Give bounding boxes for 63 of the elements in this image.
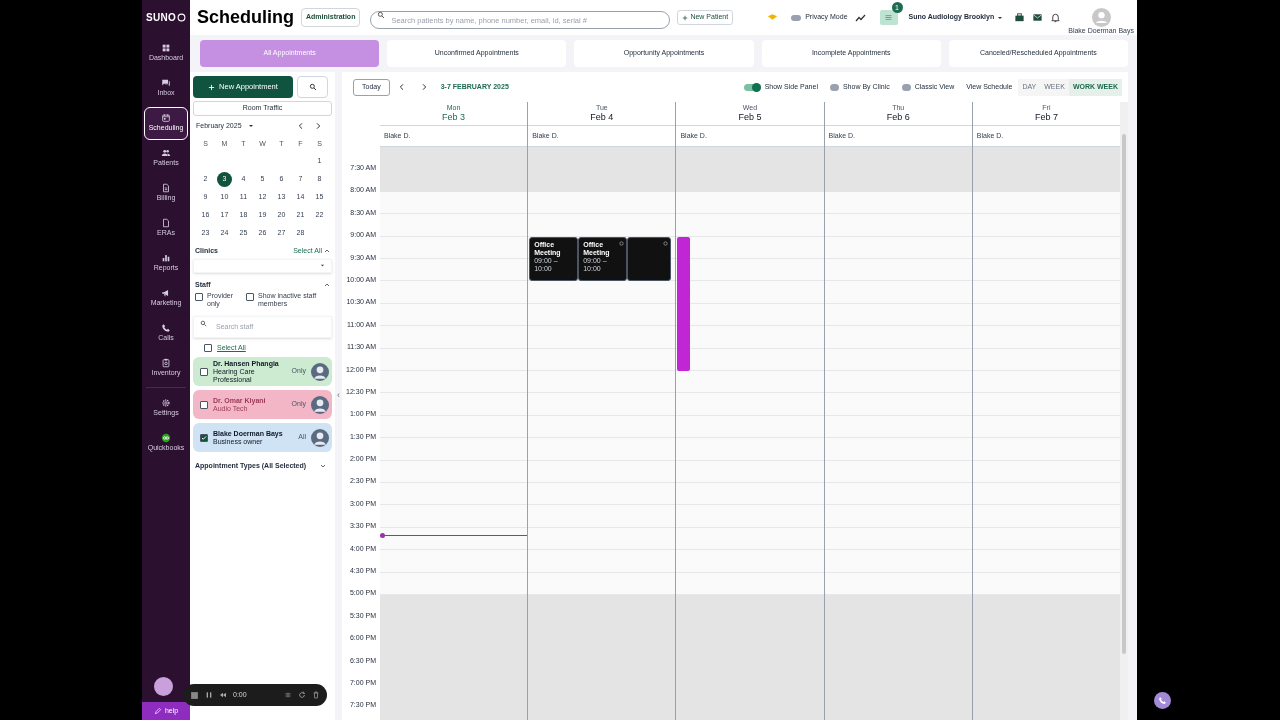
plus-icon bbox=[208, 83, 216, 91]
quickbooks-icon bbox=[161, 433, 171, 444]
caret-icon[interactable] bbox=[247, 123, 254, 129]
collapse-button[interactable]: ‹ bbox=[337, 389, 340, 403]
stop-icon[interactable] bbox=[190, 690, 199, 700]
previous-icon[interactable] bbox=[397, 83, 406, 91]
checkbox[interactable] bbox=[200, 367, 208, 376]
avatar-icon bbox=[311, 428, 329, 447]
search-icon bbox=[377, 10, 386, 19]
rewind-icon[interactable] bbox=[219, 691, 227, 699]
avatar-icon bbox=[311, 395, 329, 414]
toggle-switch[interactable] bbox=[743, 83, 761, 91]
checkbox[interactable] bbox=[204, 343, 212, 352]
avatar-icon bbox=[311, 362, 329, 381]
tasks-button[interactable] bbox=[879, 10, 898, 25]
document-icon bbox=[161, 183, 171, 194]
date-label: Feb 6 bbox=[886, 112, 910, 123]
calendar-icon bbox=[161, 113, 171, 124]
settings-icon bbox=[161, 398, 171, 409]
people-icon bbox=[161, 148, 171, 159]
checkbox[interactable] bbox=[200, 400, 208, 409]
reset-icon[interactable] bbox=[298, 691, 306, 699]
phone-icon bbox=[161, 323, 171, 334]
chevron-icon[interactable] bbox=[324, 281, 330, 288]
date-label: Feb 7 bbox=[1034, 112, 1058, 123]
chat-icon bbox=[161, 78, 171, 89]
clipboard-icon bbox=[161, 358, 171, 369]
megaphone-icon bbox=[161, 288, 171, 299]
scrollbar-thumb[interactable] bbox=[1122, 134, 1126, 654]
page-title: Scheduling bbox=[197, 6, 294, 29]
search-icon bbox=[308, 83, 317, 91]
bar-chart-icon bbox=[161, 253, 171, 264]
checkbox[interactable] bbox=[200, 433, 208, 442]
time-block[interactable] bbox=[677, 236, 691, 371]
caret-icon bbox=[320, 263, 325, 268]
phone-icon bbox=[1158, 696, 1167, 705]
toggle-switch[interactable] bbox=[901, 83, 911, 91]
search-button[interactable] bbox=[297, 76, 328, 98]
previous-icon[interactable] bbox=[297, 122, 305, 130]
checkbox[interactable] bbox=[246, 293, 254, 301]
date-label: Feb 3 bbox=[442, 112, 466, 123]
checkbox[interactable] bbox=[195, 293, 203, 301]
briefcase-icon[interactable] bbox=[1014, 12, 1026, 23]
date-label: Feb 5 bbox=[738, 112, 762, 123]
chevron-icon[interactable] bbox=[320, 463, 326, 470]
list-icon bbox=[884, 13, 894, 22]
trash-icon[interactable] bbox=[312, 691, 320, 699]
pencil-icon bbox=[153, 707, 162, 715]
privacy-toggle[interactable] bbox=[791, 14, 802, 21]
plus-icon bbox=[682, 14, 689, 21]
mail-icon[interactable] bbox=[1032, 12, 1044, 23]
pause-icon[interactable] bbox=[205, 691, 213, 699]
date-label: Feb 4 bbox=[590, 112, 614, 123]
search-icon bbox=[200, 320, 207, 327]
next-icon[interactable] bbox=[314, 122, 322, 130]
document-icon bbox=[161, 218, 171, 229]
logo-text: SUNO bbox=[146, 11, 176, 25]
bell-icon[interactable] bbox=[1050, 12, 1062, 23]
toggle-switch[interactable] bbox=[829, 83, 839, 91]
logo-icon bbox=[176, 13, 186, 22]
chevron-icon[interactable] bbox=[324, 248, 330, 255]
event-card[interactable] bbox=[627, 236, 672, 282]
caret-icon bbox=[997, 14, 1004, 21]
